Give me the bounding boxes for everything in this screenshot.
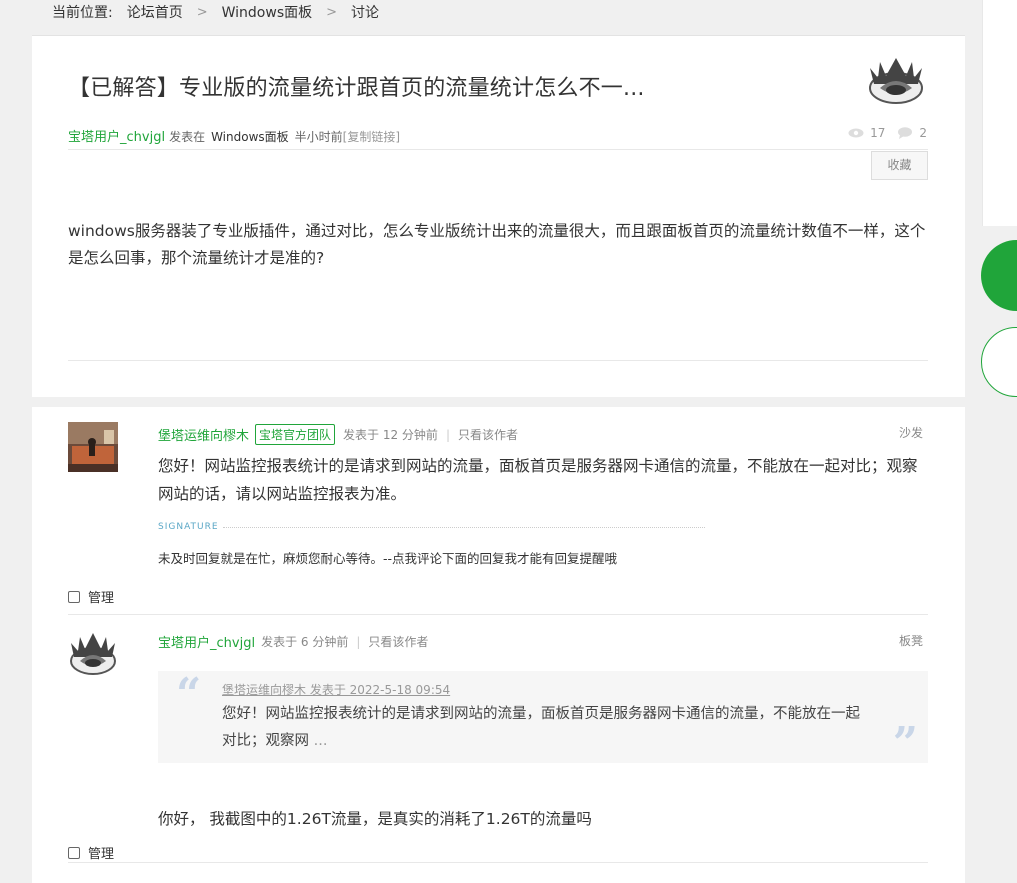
breadcrumb-separator: > xyxy=(196,4,208,20)
breadcrumb-item-discussion[interactable]: 讨论 xyxy=(351,2,379,22)
side-float-button-outline[interactable] xyxy=(981,327,1017,397)
eye-icon xyxy=(848,128,864,138)
divider xyxy=(68,614,928,615)
thread-board-link[interactable]: Windows面板 xyxy=(211,128,289,145)
quote-text: 您好！网站监控报表统计的是请求到网站的流量，面板首页是服务器网卡通信的流量，不能… xyxy=(222,701,862,755)
divider xyxy=(68,862,928,863)
breadcrumb-item-windows-panel[interactable]: Windows面板 xyxy=(222,2,313,22)
replies-panel: 堡塔运维向樛木 宝塔官方团队 发表于 12 分钟前 | 只看该作者 沙发 您好！… xyxy=(32,407,965,883)
thread-stats: 17 2 xyxy=(848,126,927,140)
floor-label[interactable]: 板凳 xyxy=(899,632,923,649)
thread-author-link[interactable]: 宝塔用户_chvjgl xyxy=(68,126,165,145)
manage-control[interactable]: 管理 xyxy=(68,843,114,862)
signature-label: SIGNATURE xyxy=(158,522,705,532)
avatar[interactable] xyxy=(68,629,118,679)
pipe-separator: | xyxy=(445,427,450,442)
manage-checkbox[interactable] xyxy=(68,846,80,859)
official-team-badge: 宝塔官方团队 xyxy=(255,424,336,445)
posted-prefix: 发表在 xyxy=(169,130,206,144)
quote-ellipsis: ... xyxy=(309,733,328,749)
reply-author-link[interactable]: 堡塔运维向樛木 xyxy=(158,425,249,444)
manage-checkbox[interactable] xyxy=(68,590,80,603)
reply-text: 你好， 我截图中的1.26T流量，是真实的消耗了1.26T的流量吗 xyxy=(158,810,592,828)
thread-panel: 【已解答】专业版的流量统计跟首页的流量统计怎么不一... 宝塔用户_chvjgl… xyxy=(32,36,965,397)
comment-icon xyxy=(898,127,913,139)
reply-time: 发表于 12 分钟前 xyxy=(343,428,438,442)
manage-label: 管理 xyxy=(88,591,115,606)
thread-title: 【已解答】专业版的流量统计跟首页的流量统计怎么不一... xyxy=(68,76,645,101)
quote-block: “ 堡塔运维向樛木 发表于 2022-5-18 09:54 您好！网站监控报表统… xyxy=(158,669,928,769)
avatar[interactable] xyxy=(68,422,118,472)
reply-time: 发表于 6 分钟前 xyxy=(261,635,349,649)
close-quote-icon: ” xyxy=(892,718,918,769)
manage-control[interactable]: 管理 xyxy=(68,587,114,606)
breadcrumb: 当前位置: 论坛首页 > Windows面板 > 讨论 xyxy=(32,0,965,36)
breadcrumb-label: 当前位置: xyxy=(52,5,113,21)
reply-author-link[interactable]: 宝塔用户_chvjgl xyxy=(158,632,255,651)
signature-label-text: SIGNATURE xyxy=(158,522,219,532)
pipe-separator: | xyxy=(356,634,361,649)
reply-text: 您好！网站监控报表统计的是请求到网站的流量，面板首页是服务器网卡通信的流量，不能… xyxy=(158,457,918,503)
only-author-link[interactable]: 只看该作者 xyxy=(368,633,428,650)
quote-source-link[interactable]: 堡塔运维向樛木 发表于 2022-5-18 09:54 xyxy=(222,681,450,698)
reply-count: 2 xyxy=(919,126,927,140)
side-panel xyxy=(982,0,1017,226)
thread-time: 半小时前 xyxy=(294,130,343,144)
reply-header: 宝塔用户_chvjgl 发表于 6 分钟前 | 只看该作者 xyxy=(158,632,428,652)
side-float-button[interactable] xyxy=(981,240,1017,311)
thread-content: windows服务器装了专业版插件，通过对比，怎么专业版统计出来的流量很大，而且… xyxy=(68,222,926,267)
reply-header: 堡塔运维向樛木 宝塔官方团队 发表于 12 分钟前 | 只看该作者 xyxy=(158,424,518,445)
open-quote-icon: “ xyxy=(176,669,202,720)
divider xyxy=(68,149,928,150)
view-count: 17 xyxy=(870,126,886,140)
favorite-button[interactable]: 收藏 xyxy=(871,151,928,180)
breadcrumb-item-home[interactable]: 论坛首页 xyxy=(127,2,183,22)
copy-link[interactable]: [复制链接] xyxy=(343,128,400,145)
divider xyxy=(68,360,928,361)
only-author-link[interactable]: 只看该作者 xyxy=(458,426,518,443)
floor-label[interactable]: 沙发 xyxy=(899,424,923,441)
thread-meta: 宝塔用户_chvjgl 发表在 Windows面板 半小时前 [复制链接] xyxy=(68,126,400,145)
breadcrumb-separator: > xyxy=(326,4,338,20)
signature-text: 未及时回复就是在忙，麻烦您耐心等待。--点我评论下面的回复我才能有回复提醒哦 xyxy=(158,551,618,566)
author-avatar[interactable] xyxy=(866,54,926,106)
manage-label: 管理 xyxy=(88,847,115,862)
